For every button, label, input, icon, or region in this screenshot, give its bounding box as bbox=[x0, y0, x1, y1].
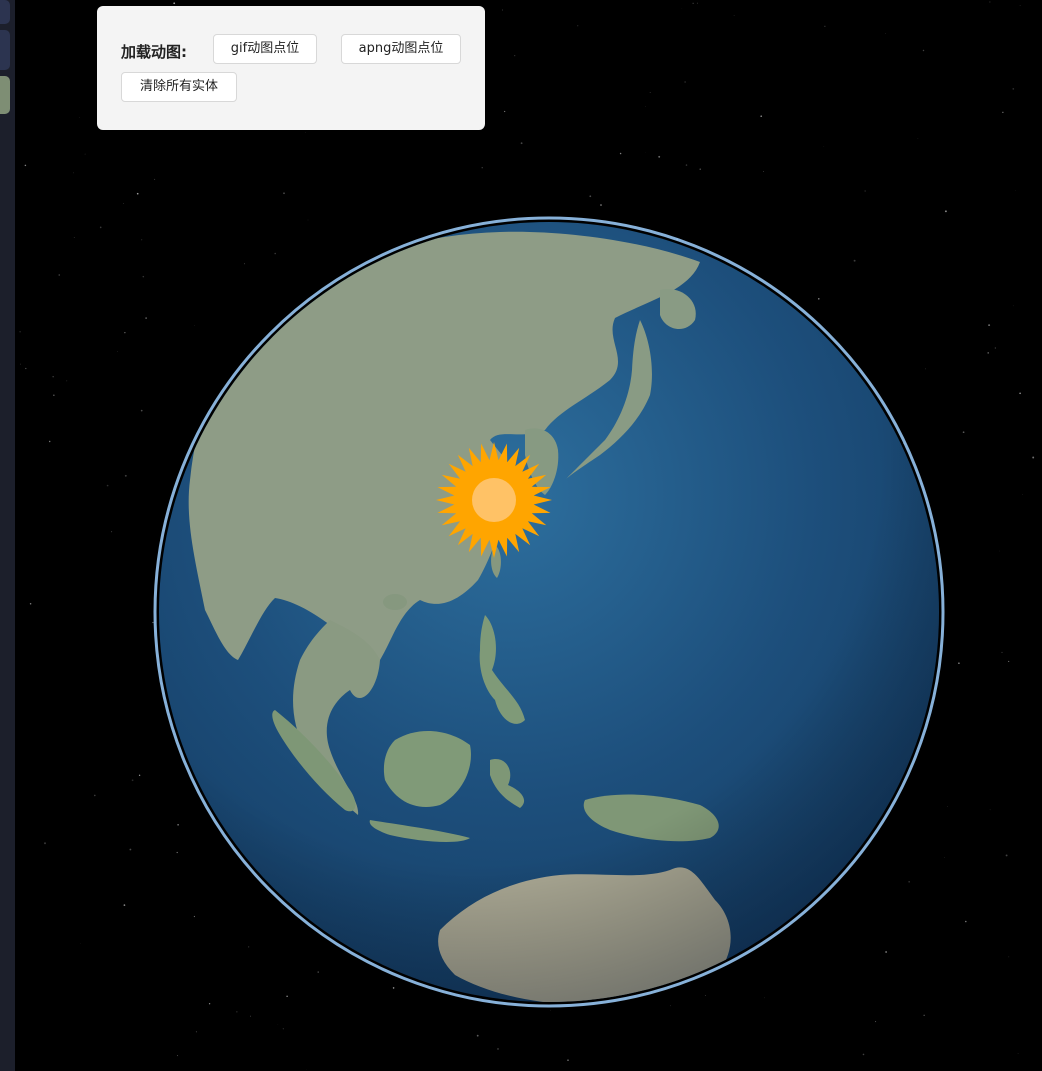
globe[interactable] bbox=[0, 0, 1042, 1071]
gif-marker-button[interactable]: gif动图点位 bbox=[213, 34, 317, 64]
apng-marker-button[interactable]: apng动图点位 bbox=[341, 34, 461, 64]
panel-label: 加载动图: bbox=[121, 43, 187, 61]
map-viewport[interactable]: 加载动图: gif动图点位 apng动图点位 清除所有实体 bbox=[0, 0, 1042, 1071]
control-panel: 加载动图: gif动图点位 apng动图点位 清除所有实体 bbox=[97, 6, 485, 130]
sun-core bbox=[472, 478, 516, 522]
globe-shading bbox=[159, 222, 939, 1002]
clear-entities-button[interactable]: 清除所有实体 bbox=[121, 72, 237, 102]
